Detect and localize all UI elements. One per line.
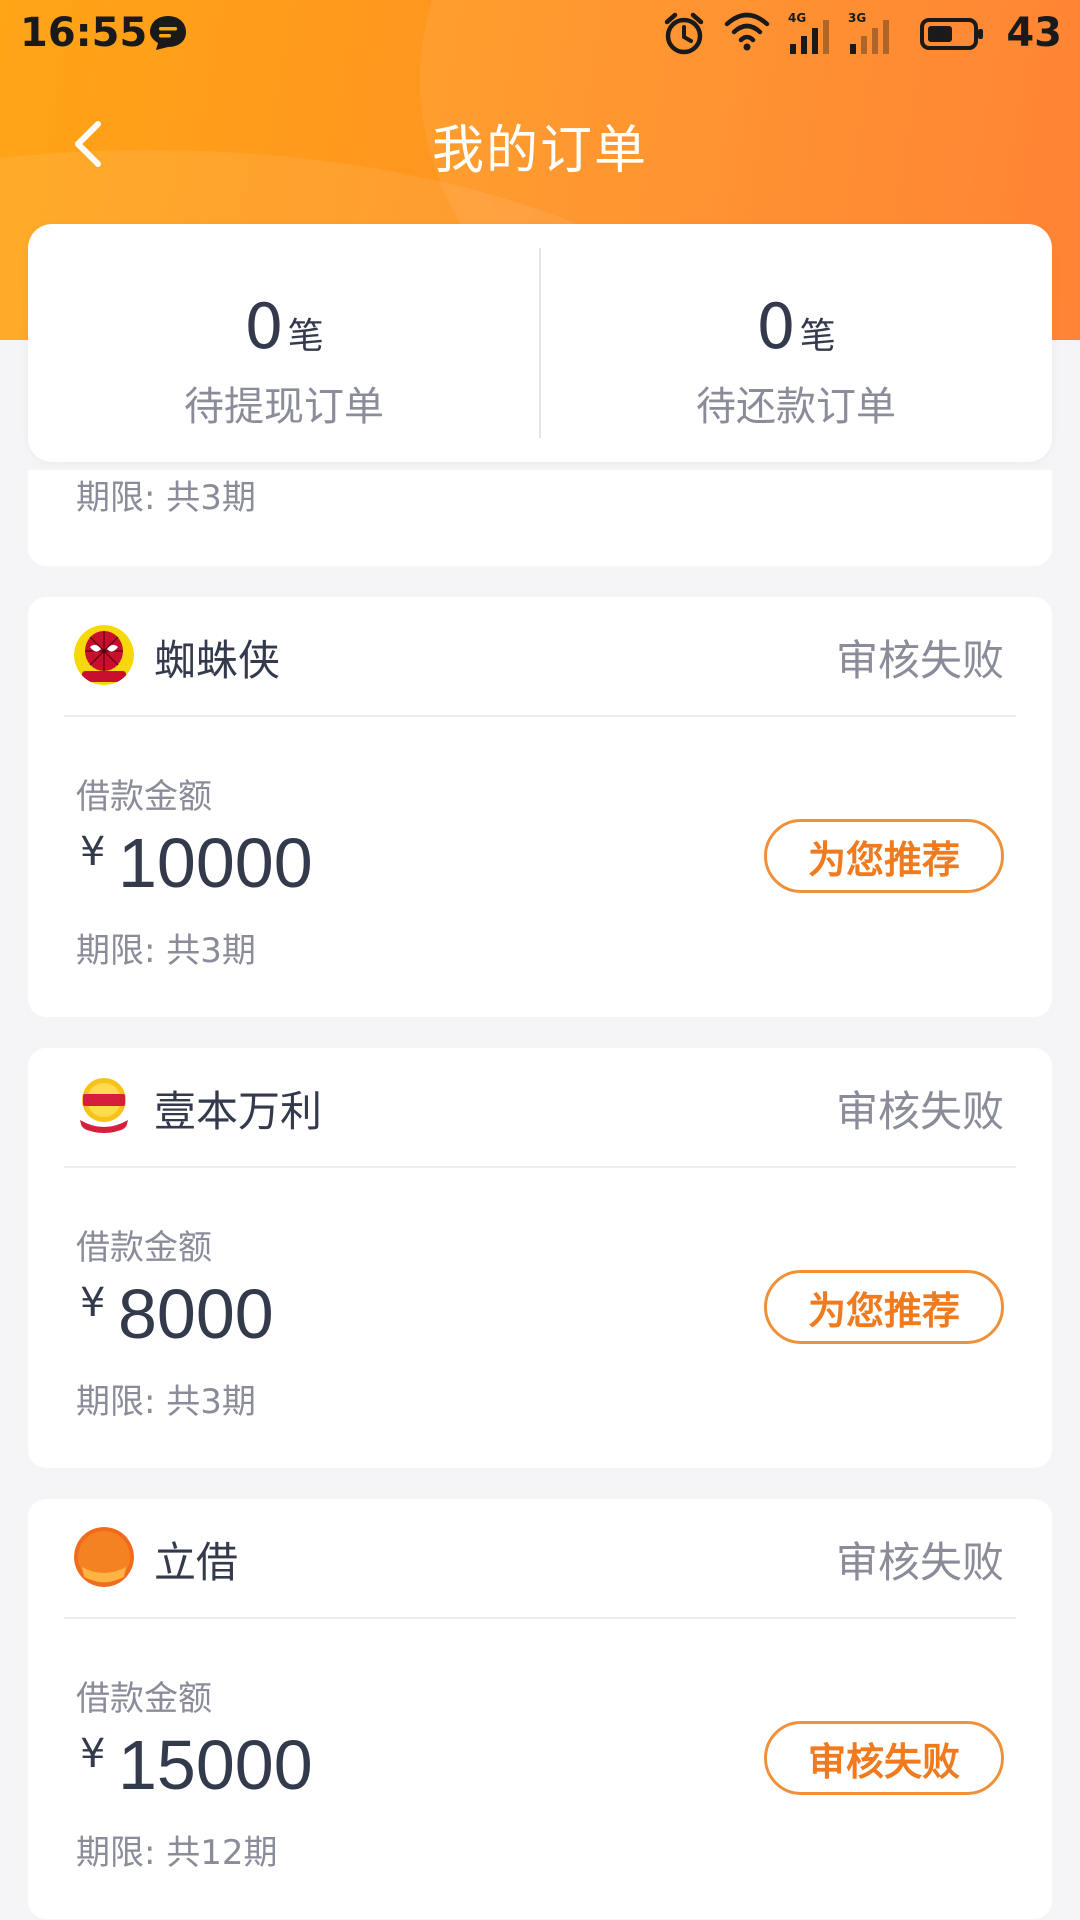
loan-period: 期限: 共3期 bbox=[76, 931, 256, 971]
order-card[interactable]: 壹本万利 审核失败 借款金额 ¥ 8000 期限: 共3期 为您推荐 bbox=[28, 1048, 1052, 1468]
yiben-wanli-logo-icon bbox=[74, 1076, 134, 1136]
pending-withdraw-unit: 笔 bbox=[287, 316, 324, 357]
order-card-partial[interactable]: 期限: 共3期 bbox=[28, 470, 1052, 566]
currency-symbol: ¥ bbox=[80, 1280, 106, 1326]
card-divider bbox=[64, 715, 1016, 717]
loan-period: 期限: 共12期 bbox=[76, 1833, 278, 1873]
currency-symbol: ¥ bbox=[80, 1731, 106, 1777]
platform-name: 立借 bbox=[154, 1538, 239, 1587]
card-divider bbox=[64, 1166, 1016, 1168]
loan-amount-label: 借款金额 bbox=[76, 1679, 212, 1719]
pending-repay-label: 待还款订单 bbox=[696, 384, 896, 430]
platform-name: 壹本万利 bbox=[154, 1087, 323, 1136]
pending-repay-count: 0 bbox=[756, 290, 796, 363]
loan-amount-value: 15000 bbox=[118, 1726, 313, 1804]
order-status: 审核失败 bbox=[835, 1538, 1004, 1587]
pending-repay-unit: 笔 bbox=[799, 316, 836, 357]
pending-repay-summary[interactable]: 0笔 待还款订单 bbox=[540, 224, 1052, 462]
order-card[interactable]: 蜘蛛侠 审核失败 借款金额 ¥ 10000 期限: 共3期 为您推荐 bbox=[28, 597, 1052, 1017]
recommend-button[interactable]: 为您推荐 bbox=[764, 1270, 1004, 1344]
pending-withdraw-summary[interactable]: 0笔 待提现订单 bbox=[28, 224, 540, 462]
review-failed-button[interactable]: 审核失败 bbox=[764, 1721, 1004, 1795]
order-summary-card: 0笔 待提现订单 0笔 待还款订单 bbox=[28, 224, 1052, 462]
recommend-button[interactable]: 为您推荐 bbox=[764, 819, 1004, 893]
pending-withdraw-count: 0 bbox=[244, 290, 284, 363]
order-card[interactable]: 立借 审核失败 借款金额 ¥ 15000 期限: 共12期 审核失败 bbox=[28, 1499, 1052, 1919]
lijie-logo-icon bbox=[74, 1527, 134, 1587]
pending-withdraw-label: 待提现订单 bbox=[184, 384, 384, 430]
loan-period: 期限: 共3期 bbox=[76, 1382, 256, 1422]
currency-symbol: ¥ bbox=[80, 829, 106, 875]
card-divider bbox=[64, 1617, 1016, 1619]
platform-name: 蜘蛛侠 bbox=[154, 636, 281, 685]
loan-period: 期限: 共3期 bbox=[76, 478, 256, 518]
loan-amount-value: 10000 bbox=[118, 824, 313, 902]
loan-amount-value: 8000 bbox=[118, 1275, 274, 1353]
loan-amount-label: 借款金额 bbox=[76, 1228, 212, 1268]
loan-amount-label: 借款金额 bbox=[76, 777, 212, 817]
order-status: 审核失败 bbox=[835, 1087, 1004, 1136]
spiderman-logo-icon bbox=[74, 625, 134, 685]
order-status: 审核失败 bbox=[835, 636, 1004, 685]
